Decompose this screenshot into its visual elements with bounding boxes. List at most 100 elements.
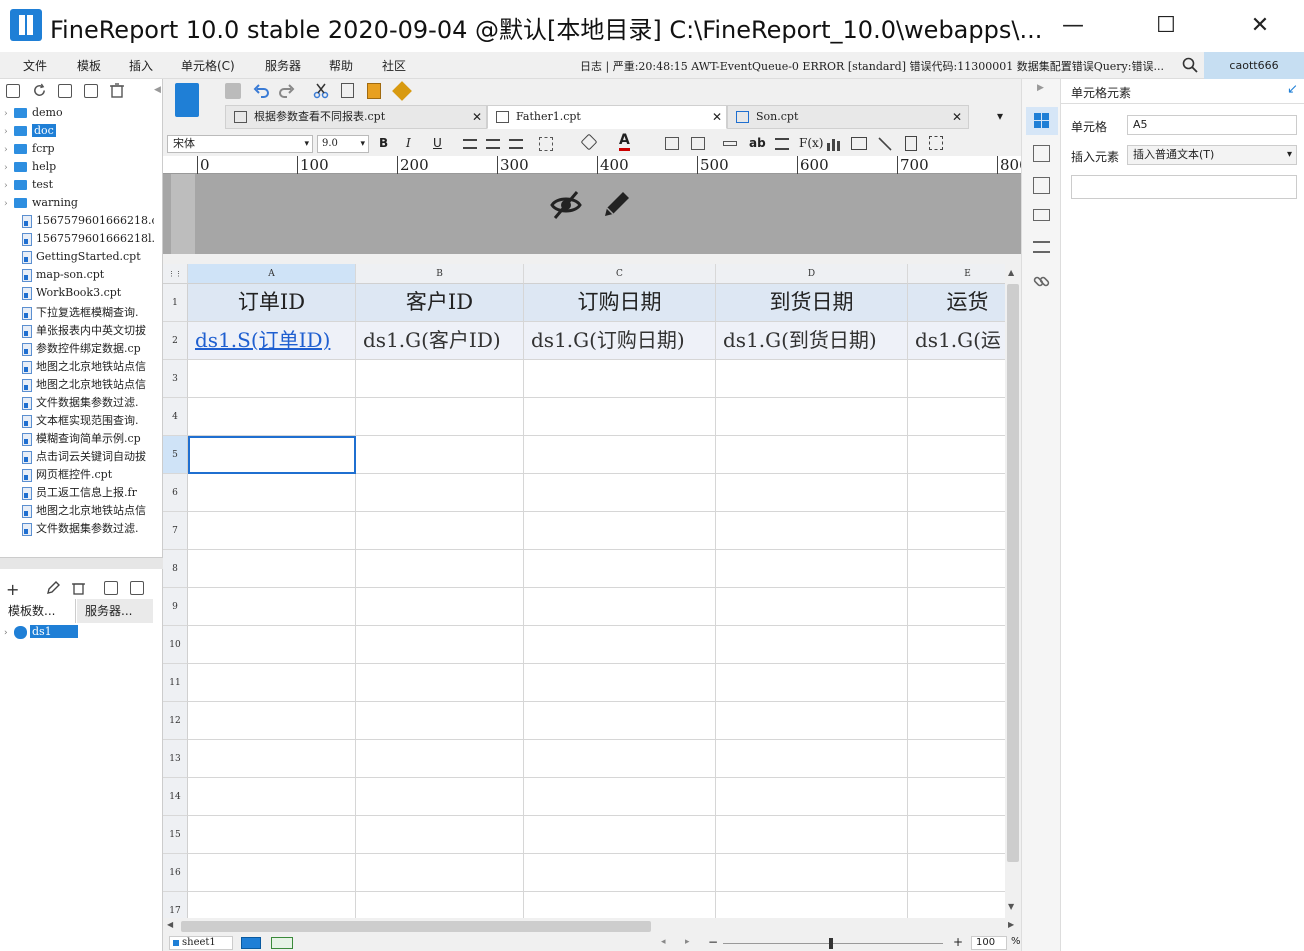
grid-cell[interactable] (908, 702, 1005, 740)
grid-cell[interactable] (524, 892, 716, 918)
grid-cell[interactable] (356, 474, 524, 512)
tree-file-item[interactable]: 文件数据集参数过滤. (22, 520, 154, 538)
formula-icon[interactable]: F(x) (799, 136, 823, 150)
expand-arrow-icon[interactable]: › (4, 181, 14, 191)
grid-cell[interactable] (356, 512, 524, 550)
close-tab-icon[interactable]: ✕ (472, 106, 482, 128)
grid-cell[interactable] (188, 778, 356, 816)
grid-cell[interactable] (188, 474, 356, 512)
grid-cell[interactable] (716, 588, 908, 626)
insert-text-icon[interactable] (723, 141, 737, 146)
tree-file-item[interactable]: GettingStarted.cpt (22, 250, 154, 268)
tree-file-item[interactable]: map-son.cpt (22, 268, 154, 286)
cell-name-input[interactable]: A5 (1127, 115, 1297, 135)
tree-file-item[interactable]: 员工返工信息上报.fr (22, 484, 154, 502)
expand-arrow-icon[interactable]: › (4, 127, 14, 137)
row-header[interactable]: 16 (163, 854, 188, 892)
sub-report-icon[interactable] (905, 136, 917, 151)
folder-test[interactable]: › test (4, 178, 156, 196)
tree-file-item[interactable]: 地图之北京地铁站点信 (22, 376, 154, 394)
grid-cell[interactable] (716, 398, 908, 436)
dataset-item[interactable]: › ds1 (4, 625, 78, 643)
row-header[interactable]: 7 (163, 512, 188, 550)
row-header[interactable]: 3 (163, 360, 188, 398)
select-all-corner[interactable]: ⋮⋮ (163, 264, 188, 284)
folder-doc[interactable]: › doc (4, 124, 156, 142)
row-header[interactable]: 12 (163, 702, 188, 740)
grid-cell[interactable] (716, 778, 908, 816)
tree-file-item[interactable]: 单张报表内中英文切拔 (22, 322, 154, 340)
vertical-scrollbar[interactable]: ▲ ▼ (1005, 264, 1021, 918)
dataset-cell[interactable]: ds1.G(到货日期) (716, 322, 908, 360)
column-header-D[interactable]: D (716, 264, 908, 284)
log-message[interactable]: 日志 | 严重:20:48:15 AWT-EventQueue-0 ERROR … (580, 58, 1164, 74)
tree-file-item[interactable]: WorkBook3.cpt (22, 286, 154, 304)
column-header-C[interactable]: C (524, 264, 716, 284)
grid-cell[interactable] (188, 550, 356, 588)
grid-cell[interactable] (908, 436, 1005, 474)
remove-dataset-icon[interactable] (72, 581, 85, 595)
grid-cell[interactable] (188, 702, 356, 740)
row-header[interactable]: 17 (163, 892, 188, 918)
row-header[interactable]: 15 (163, 816, 188, 854)
richtext-icon[interactable] (775, 138, 789, 150)
fill-color-icon[interactable] (580, 133, 598, 151)
grid-cell[interactable] (908, 626, 1005, 664)
grid-cell[interactable] (524, 626, 716, 664)
grid-cell[interactable] (356, 778, 524, 816)
panel-splitter[interactable] (0, 557, 163, 569)
close-tab-icon[interactable]: ✕ (952, 106, 962, 128)
element-content-input[interactable] (1071, 175, 1297, 199)
panel-pin-icon[interactable]: ↙ (1287, 82, 1298, 97)
grid-cell[interactable] (908, 512, 1005, 550)
grid-cell[interactable] (188, 892, 356, 918)
row-header[interactable]: 4 (163, 398, 188, 436)
header-cell[interactable]: 订单ID (188, 284, 356, 322)
maximize-button[interactable]: ☐ (1143, 10, 1189, 42)
close-tab-icon[interactable]: ✕ (712, 106, 722, 128)
grid-cell[interactable] (188, 588, 356, 626)
grid-cell[interactable] (356, 854, 524, 892)
tree-file-item[interactable]: 地图之北京地铁站点信 (22, 358, 154, 376)
grid-cell[interactable] (716, 360, 908, 398)
dataset-cell[interactable]: ds1.G(运 (908, 322, 1005, 360)
grid-cell[interactable] (356, 550, 524, 588)
refresh-icon[interactable] (32, 83, 47, 98)
chart-icon[interactable] (826, 136, 842, 152)
grid-cell[interactable] (524, 854, 716, 892)
grid-cell[interactable] (716, 664, 908, 702)
folder-fcrp[interactable]: › fcrp (4, 142, 156, 160)
italic-button[interactable]: I (406, 136, 411, 150)
insert-element-select[interactable]: 插入普通文本(T) ▾ (1127, 145, 1297, 165)
tree-file-item[interactable]: 网页框控件.cpt (22, 466, 154, 484)
zoom-slider-thumb[interactable] (829, 938, 833, 949)
grid-cell[interactable] (524, 550, 716, 588)
grid-cell[interactable] (188, 664, 356, 702)
grid-cell[interactable] (716, 854, 908, 892)
row-header[interactable]: 10 (163, 626, 188, 664)
row-header[interactable]: 2 (163, 322, 188, 360)
tree-file-item[interactable]: 参数控件绑定数据.cp (22, 340, 154, 358)
grid-cell[interactable] (908, 816, 1005, 854)
tree-file-item[interactable]: 模糊查询简单示例.cp (22, 430, 154, 448)
add-form-sheet-icon[interactable] (271, 937, 293, 949)
grid-cell[interactable] (524, 436, 716, 474)
hide-eye-icon[interactable] (549, 188, 583, 222)
grid-cell[interactable] (188, 740, 356, 778)
save-icon[interactable] (225, 83, 241, 99)
grid-cell[interactable] (524, 664, 716, 702)
format-painter-icon[interactable] (392, 81, 412, 101)
row-header[interactable]: 1 (163, 284, 188, 322)
grid-cell[interactable] (908, 360, 1005, 398)
grid-cell[interactable] (908, 398, 1005, 436)
tree-file-item[interactable]: 点击词云关键词自动拔 (22, 448, 154, 466)
folder-warning[interactable]: › warning (4, 196, 156, 214)
underline-button[interactable]: U (433, 136, 442, 150)
open-icon[interactable] (58, 84, 72, 98)
delete-icon[interactable] (110, 83, 124, 98)
grid-cell[interactable] (188, 816, 356, 854)
column-header-A[interactable]: A (188, 264, 356, 284)
minimize-button[interactable]: — (1050, 10, 1096, 42)
grid-cell[interactable] (908, 854, 1005, 892)
scroll-up-icon[interactable]: ▲ (1008, 268, 1014, 277)
